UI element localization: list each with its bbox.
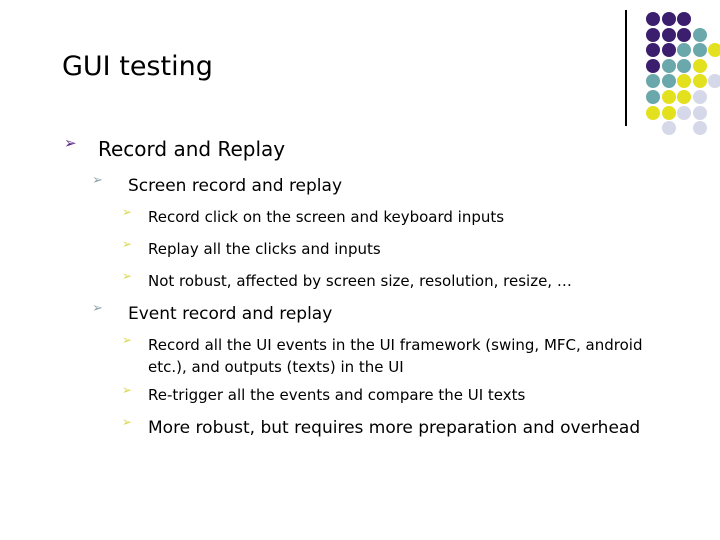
decor-dot [692,74,707,89]
bullet-text: Replay all the clicks and inputs [148,240,381,258]
decor-dot [646,105,660,120]
decor-dot [692,58,707,73]
decor-dot [661,74,676,89]
bullet-arrow-icon: ➢ [122,237,133,251]
bullet-arrow-icon: ➢ [122,205,133,219]
bullet-item-level3: ➢ Not robust, affected by screen size, r… [0,270,720,292]
decor-dot [646,27,660,42]
bullet-arrow-icon: ➢ [92,173,103,188]
decor-dot [677,58,692,73]
decor-dot [661,12,676,26]
decor-dot [661,27,676,42]
decor-dot [661,90,676,104]
vertical-rule [625,10,627,126]
decor-dot [661,121,676,136]
decor-dot [661,43,676,58]
bullet-arrow-icon: ➢ [122,269,133,283]
bullet-item-level2: ➢ Event record and replay [0,302,720,326]
bullet-item-level1: ➢ Record and Replay [0,136,720,162]
bullet-item-level3: ➢ Record all the UI events in the UI fra… [0,334,720,378]
decor-dot [646,58,660,73]
decor-dot [661,58,676,73]
bullet-arrow-icon: ➢ [92,301,103,316]
bullet-text: Record and Replay [98,137,286,161]
dot-grid-motif [612,0,720,136]
bullet-item-level3: ➢ More robust, but requires more prepara… [0,416,720,441]
decor-dot [708,43,720,58]
bullet-item-level2: ➢ Screen record and replay [0,174,720,198]
bullet-arrow-icon: ➢ [64,134,77,152]
decor-dot [692,27,707,42]
decor-dot [677,12,692,26]
decor-dot [677,74,692,89]
bullet-text: Event record and replay [128,304,333,324]
page-title: GUI testing [62,51,213,82]
bullet-text: More robust, but requires more preparati… [148,418,641,438]
decor-dot [646,74,660,89]
bullet-arrow-icon: ➢ [122,333,133,347]
decor-dot [677,90,692,104]
bullet-text: Not robust, affected by screen size, res… [148,272,572,290]
bullet-item-level3: ➢ Record click on the screen and keyboar… [0,206,720,228]
bullet-text: Re-trigger all the events and compare th… [148,386,526,404]
decor-dot [677,27,692,42]
bullet-item-level3: ➢ Replay all the clicks and inputs [0,238,720,260]
decor-dot [661,105,676,120]
decor-dot [708,74,720,89]
decor-dot [646,43,660,58]
slide-body: ➢ Record and Replay ➢ Screen record and … [0,136,720,441]
bullet-text: Screen record and replay [128,176,343,196]
decor-dot [692,121,707,136]
decor-dot [646,12,660,26]
decor-dot [692,90,707,104]
bullet-arrow-icon: ➢ [122,415,133,429]
bullet-text: Record click on the screen and keyboard … [148,208,505,226]
bullet-arrow-icon: ➢ [122,383,133,397]
decor-dot [677,105,692,120]
decor-dot [677,43,692,58]
bullet-item-level3: ➢ Re-trigger all the events and compare … [0,384,720,406]
bullet-text: Record all the UI events in the UI frame… [148,336,643,376]
decor-dot [692,43,707,58]
decor-dot [646,90,660,104]
decor-dot [692,105,707,120]
